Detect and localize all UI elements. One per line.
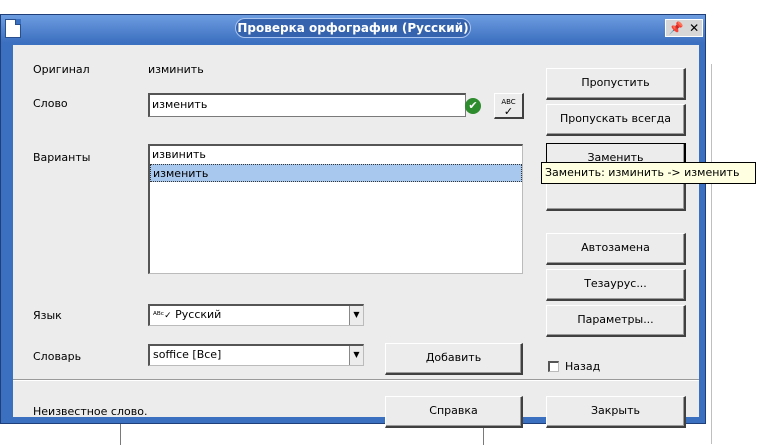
dialog-body: Оригинал изминить Слово изменить ✔ ABC ✓ … [13, 45, 699, 428]
check-icon: ✔ [465, 98, 481, 114]
suggestions-label: Варианты [33, 151, 91, 164]
word-label: Слово [33, 97, 68, 110]
language-select[interactable]: ᴬᴮᶜ✓ Русский ▼ [148, 304, 364, 326]
spellcheck-dialog: Проверка орфографии (Русский) 📌 ✕ Оригин… [0, 14, 706, 428]
list-item[interactable]: извинить [150, 146, 522, 164]
dictionary-select[interactable]: soffice [Все] ▼ [148, 344, 364, 366]
dialog-title: Проверка орфографии (Русский) [235, 18, 471, 38]
options-button[interactable]: Параметры... [546, 305, 686, 337]
dictionary-value: soffice [Все] [153, 348, 222, 361]
word-input-value: изменить [152, 98, 208, 111]
app-icon[interactable] [5, 19, 21, 38]
close-icon[interactable]: ✕ [689, 21, 699, 35]
tooltip: Заменить: изминить -> изменить [541, 162, 756, 184]
dictionary-label: Словарь [33, 350, 82, 363]
thesaurus-button[interactable]: Тезаурус... [546, 269, 686, 301]
language-icon: ᴬᴮᶜ✓ [153, 311, 172, 321]
status-text: Неизвестное слово. [33, 405, 148, 418]
word-input[interactable]: изменить [148, 93, 466, 117]
separator [13, 379, 699, 381]
add-button[interactable]: Добавить [385, 343, 523, 375]
ignore-button[interactable]: Пропустить [546, 68, 686, 100]
original-label: Оригинал [33, 63, 90, 76]
ignore-all-button[interactable]: Пропускать всегда [546, 104, 686, 136]
title-bar[interactable]: Проверка орфографии (Русский) 📌 ✕ [1, 15, 705, 43]
autocorrect-button[interactable]: Автозамена [546, 233, 686, 265]
language-value: ᴬᴮᶜ✓ Русский [153, 308, 222, 321]
spellcheck-icon[interactable]: ABC ✓ [494, 93, 524, 119]
language-label: Язык [33, 309, 62, 322]
help-button[interactable]: Справка [385, 396, 523, 428]
chevron-down-icon[interactable]: ▼ [349, 346, 363, 365]
back-label: Назад [565, 360, 601, 373]
title-buttons: 📌 ✕ [665, 19, 703, 37]
close-button[interactable]: Закрыть [546, 396, 686, 428]
original-value: изминить [148, 63, 204, 76]
list-item-selected[interactable]: изменить [150, 164, 522, 182]
pin-icon[interactable]: 📌 [669, 21, 684, 35]
suggestions-list[interactable]: извинить изменить [148, 144, 523, 274]
back-checkbox[interactable] [548, 361, 559, 372]
chevron-down-icon[interactable]: ▼ [349, 306, 363, 325]
